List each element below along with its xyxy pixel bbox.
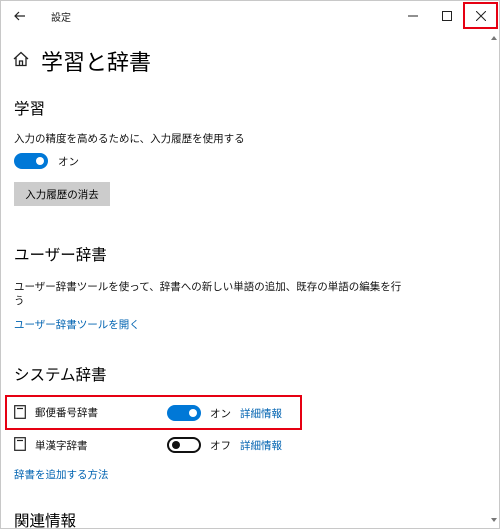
open-user-dictionary-link[interactable]: ユーザー辞書ツールを開く	[14, 317, 140, 332]
book-icon	[14, 437, 26, 451]
close-button[interactable]	[464, 1, 498, 31]
learning-description: 入力の精度を高めるために、入力履歴を使用する	[14, 133, 245, 145]
maximize-button[interactable]	[430, 1, 464, 31]
scroll-up-arrow-icon[interactable]	[490, 33, 498, 43]
postal-dictionary-state: オン	[210, 408, 231, 420]
learning-heading: 学習	[14, 100, 46, 118]
single-kanji-dictionary-details-link[interactable]: 詳細情報	[240, 438, 282, 453]
book-icon	[14, 405, 26, 419]
single-kanji-dictionary-toggle[interactable]	[167, 437, 201, 453]
postal-dictionary-name: 郵便番号辞書	[35, 407, 98, 419]
toggle-knob	[36, 157, 44, 165]
page-title: 学習と辞書	[41, 51, 152, 76]
related-heading: 関連情報	[14, 512, 77, 529]
title-bar: 設定	[1, 1, 499, 31]
learning-history-toggle[interactable]	[14, 153, 48, 169]
postal-dictionary-toggle[interactable]	[167, 405, 201, 421]
toggle-knob	[172, 441, 180, 449]
close-icon	[476, 11, 486, 21]
single-kanji-dictionary-state: オフ	[210, 440, 231, 452]
app-title: 設定	[51, 13, 71, 24]
user-dictionary-description-line2: う	[14, 295, 25, 307]
toggle-knob	[189, 409, 197, 417]
user-dictionary-heading: ユーザー辞書	[14, 246, 107, 264]
user-dictionary-description-line1: ユーザー辞書ツールを使って、辞書への新しい単語の追加、既存の単語の編集を行	[14, 281, 402, 293]
minimize-icon	[408, 15, 418, 17]
postal-dictionary-details-link[interactable]: 詳細情報	[240, 406, 282, 421]
back-button[interactable]	[7, 4, 33, 28]
system-dictionary-heading: システム辞書	[14, 366, 107, 384]
add-dictionary-link[interactable]: 辞書を追加する方法	[14, 467, 109, 482]
back-arrow-icon	[14, 11, 25, 21]
minimize-button[interactable]	[396, 1, 430, 31]
learning-toggle-state: オン	[58, 156, 79, 168]
single-kanji-dictionary-name: 単漢字辞書	[35, 440, 88, 452]
scroll-down-arrow-icon[interactable]	[490, 515, 498, 525]
maximize-icon	[442, 11, 452, 21]
settings-window: 設定 学習と辞書 学習 入力の精度を高めるために、入力履歴を使用する オン 入力…	[0, 0, 500, 529]
clear-history-button[interactable]: 入力履歴の消去	[14, 182, 110, 206]
home-icon[interactable]	[12, 50, 30, 68]
